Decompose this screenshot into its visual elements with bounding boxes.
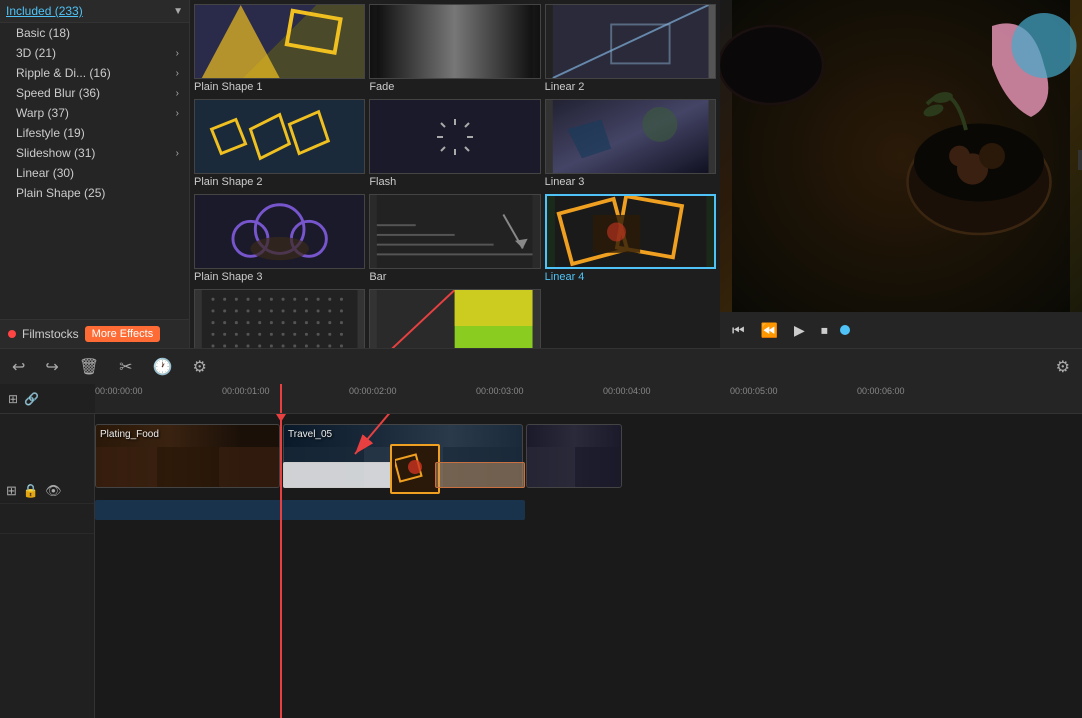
sidebar-item-basic[interactable]: Basic (18) (0, 23, 189, 43)
effect-thumbnail[interactable] (390, 444, 440, 494)
clip-label: Travel_05 (288, 429, 332, 440)
effect-label: Bar (369, 269, 540, 285)
track-label-audio (0, 504, 94, 534)
sidebar-header[interactable]: Included (233) ▼ (0, 0, 189, 23)
chevron-right-icon: › (176, 108, 179, 119)
effect-label: Linear 4 (545, 269, 716, 285)
play-button[interactable]: ▶ (790, 320, 809, 341)
video-track: Plating_Food Travel_05 (95, 424, 1082, 488)
effect-orange-strip[interactable] (435, 462, 525, 488)
sidebar-item-label: Speed Blur (36) (16, 86, 100, 100)
cut-button[interactable]: ✂ (115, 355, 136, 379)
history-button[interactable]: 🕐 (149, 355, 177, 379)
sidebar-item-3d[interactable]: 3D (21) › (0, 43, 189, 63)
stop-button[interactable]: ⏹ (817, 320, 832, 341)
effect-plain-shape-2[interactable]: Plain Shape 2 (194, 99, 365, 190)
sidebar-item-ripple[interactable]: Ripple & Di... (16) › (0, 63, 189, 83)
effect-bar[interactable]: Bar (369, 194, 540, 285)
chevron-right-icon: › (176, 48, 179, 59)
track-grid-icon[interactable]: ⊞ (6, 483, 17, 499)
effect-fade[interactable]: Fade (369, 4, 540, 95)
effect-partial[interactable] (369, 289, 540, 348)
step-back-button[interactable]: ⏪ (757, 320, 782, 341)
sidebar-collapse-btn[interactable]: ‹ (1078, 150, 1082, 170)
preview-content (720, 0, 1082, 312)
chevron-right-icon: › (176, 88, 179, 99)
track-label-video: ⊞ 🔒 👁 (0, 414, 94, 504)
preview-panel: ⏮ ⏪ ▶ ⏹ (720, 0, 1082, 348)
sidebar-item-label: Warp (37) (16, 106, 69, 120)
settings-button[interactable]: ⚙ (188, 355, 210, 379)
sidebar-item-speed-blur[interactable]: Speed Blur (36) › (0, 83, 189, 103)
track-icons-row: ⊞ 🔒 👁 (6, 483, 88, 499)
preview-controls: ⏮ ⏪ ▶ ⏹ (720, 312, 1082, 348)
sidebar-item-lifestyle[interactable]: Lifestyle (19) (0, 123, 189, 143)
filmstocks-bar: Filmstocks More Effects (0, 319, 189, 348)
more-effects-button[interactable]: More Effects (85, 326, 161, 342)
sidebar-item-label: Plain Shape (25) (16, 186, 105, 200)
chevron-right-icon: › (176, 68, 179, 79)
effect-linear-3[interactable]: Linear 3 (545, 99, 716, 190)
sidebar-item-slideshow[interactable]: Slideshow (31) › (0, 143, 189, 163)
sidebar-item-label: Ripple & Di... (16) (16, 66, 111, 80)
playhead[interactable] (280, 414, 282, 718)
effect-label: Plain Shape 1 (194, 79, 365, 95)
effect-label: Linear 2 (545, 79, 716, 95)
effect-linear-2[interactable]: Linear 2 (545, 4, 716, 95)
effect-label: Plain Shape 2 (194, 174, 365, 190)
preview-video (720, 0, 1082, 312)
playback-indicator (840, 325, 850, 335)
timeline-area: ↩ ↪ 🗑 ✂ 🕐 ⚙ ⚙ ⊞ 🔗 00:00:00:00 00:00:01:0… (0, 348, 1082, 718)
time-ruler: 00:00:00:00 00:00:01:00 00:00:02:00 00:0… (95, 384, 1082, 414)
effect-linear-4[interactable]: Linear 4 (545, 194, 716, 285)
effect-label: Fade (369, 79, 540, 95)
sidebar-item-label: Basic (18) (16, 26, 70, 40)
effect-label: Plain Shape 3 (194, 269, 365, 285)
effects-grid: Plain Shape 1 Fade Linear 2 (190, 0, 720, 348)
sidebar-item-label: Slideshow (31) (16, 146, 95, 160)
clip-action[interactable] (526, 424, 622, 488)
clip-plating-food[interactable]: Plating_Food (95, 424, 280, 488)
effect-label: Linear 3 (545, 174, 716, 190)
link-icon[interactable]: 🔗 (24, 392, 39, 406)
more-options-button[interactable]: ⚙ (1052, 355, 1074, 379)
track-header-icons: ⊞ 🔗 (0, 392, 95, 406)
track-labels: ⊞ 🔒 👁 (0, 414, 95, 718)
audio-track[interactable] (95, 500, 525, 520)
sidebar-item-label: Lifestyle (19) (16, 126, 85, 140)
timeline-toolbar: ↩ ↪ 🗑 ✂ 🕐 ⚙ ⚙ (0, 348, 1082, 384)
effect-plain-shape-1[interactable]: Plain Shape 1 (194, 4, 365, 95)
sidebar-item-plain-shape[interactable]: Plain Shape (25) (0, 183, 189, 203)
sidebar-item-label: 3D (21) (16, 46, 56, 60)
filmstocks-dot (8, 330, 16, 338)
track-eye-icon[interactable]: 👁 (45, 483, 62, 499)
effect-label: Flash (369, 174, 540, 190)
filmstocks-label: Filmstocks (22, 327, 79, 341)
effects-sidebar: Included (233) ▼ Basic (18) 3D (21) › Ri… (0, 0, 190, 348)
redo-button[interactable]: ↪ (41, 355, 62, 379)
tracks-container: ⊞ 🔒 👁 Plating_Food (0, 414, 1082, 718)
rewind-button[interactable]: ⏮ (728, 320, 749, 341)
effect-flash[interactable]: Flash (369, 99, 540, 190)
add-track-icon[interactable]: ⊞ (8, 392, 18, 406)
tracks-content: Plating_Food Travel_05 (95, 414, 1082, 718)
clip-label: Plating_Food (100, 429, 159, 440)
sidebar-item-linear[interactable]: Linear (30) (0, 163, 189, 183)
effect-dots[interactable] (194, 289, 365, 348)
effect-plain-shape-3[interactable]: Plain Shape 3 (194, 194, 365, 285)
undo-button[interactable]: ↩ (8, 355, 29, 379)
chevron-right-icon: › (176, 148, 179, 159)
chevron-down-icon: ▼ (173, 6, 183, 17)
delete-button[interactable]: 🗑 (75, 355, 103, 379)
included-label: Included (233) (6, 4, 83, 18)
sidebar-item-label: Linear (30) (16, 166, 74, 180)
sidebar-item-warp[interactable]: Warp (37) › (0, 103, 189, 123)
track-lock-icon[interactable]: 🔒 (23, 483, 39, 499)
